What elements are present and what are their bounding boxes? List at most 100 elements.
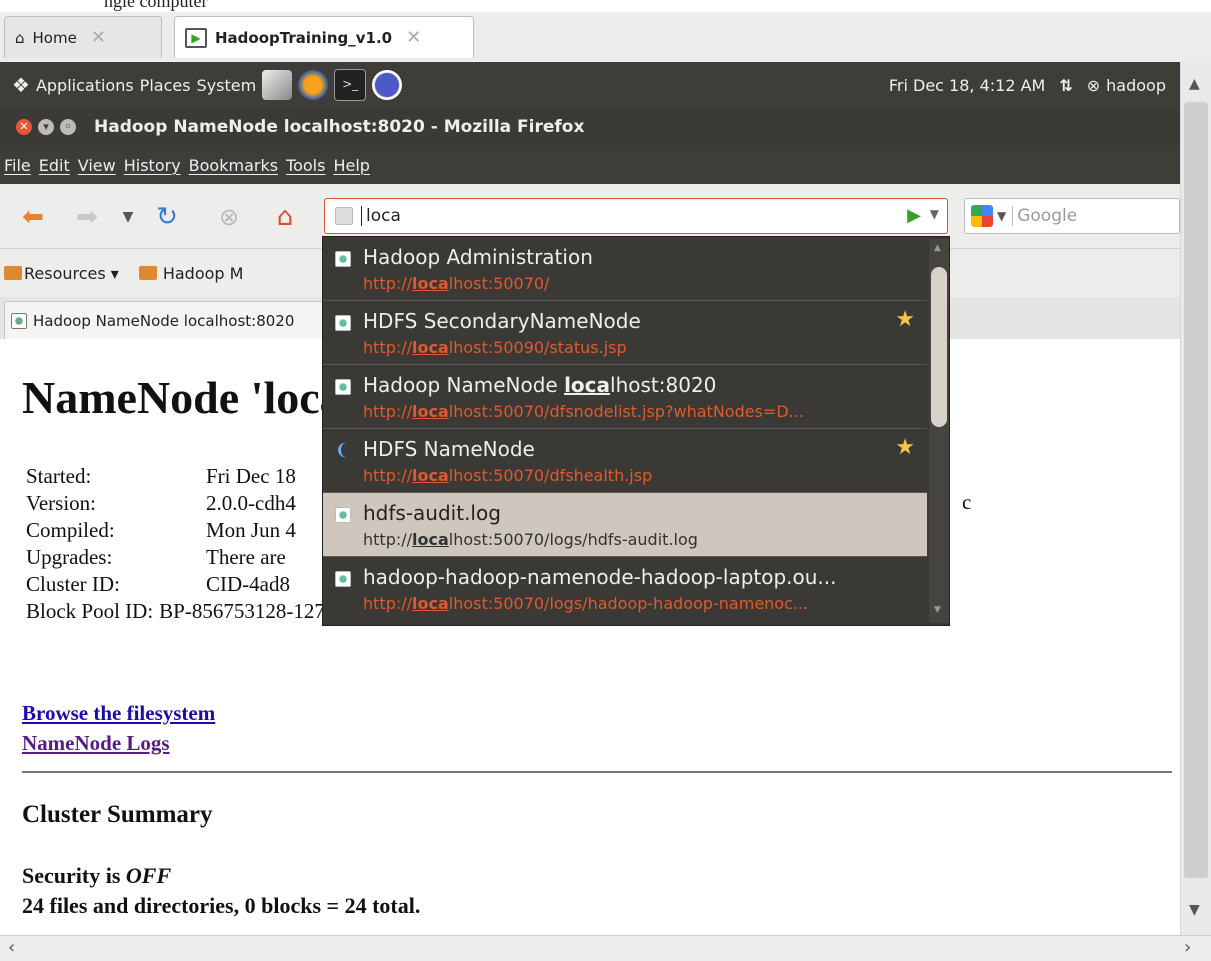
autocomplete-url: http://localhost:50070/dfsnodelist.jsp?w…: [363, 402, 804, 421]
user-icon: ⊗: [1086, 75, 1101, 95]
autocomplete-url: http://localhost:50090/status.jsp: [363, 338, 627, 357]
home-icon[interactable]: ⌂: [268, 200, 302, 234]
scroll-left-icon[interactable]: ‹: [8, 937, 15, 958]
scroll-down-icon[interactable]: ▼: [934, 605, 941, 615]
system-menu[interactable]: System: [197, 76, 257, 95]
search-engine-dropdown-icon[interactable]: ▼: [997, 209, 1006, 223]
info-key: Compiled:: [26, 518, 115, 542]
places-menu[interactable]: Places: [140, 76, 191, 95]
history-dropdown-icon[interactable]: ▼: [118, 200, 138, 234]
security-label: Security is: [22, 863, 126, 888]
url-bar[interactable]: loca ▶ ▼: [324, 198, 948, 234]
search-divider: [1012, 206, 1014, 226]
scroll-thumb[interactable]: [1184, 102, 1208, 878]
autocomplete-title: hdfs-audit.log: [363, 501, 501, 525]
back-icon[interactable]: ⬅: [16, 200, 50, 234]
host-tab-label: HadoopTraining_v1.0: [215, 28, 393, 47]
namenode-logs-link[interactable]: NameNode Logs: [22, 731, 170, 756]
page-icon: [335, 571, 351, 587]
terminal-icon[interactable]: >_: [334, 69, 367, 101]
autocomplete-item-selected[interactable]: hdfs-audit.log http://localhost:50070/lo…: [323, 493, 927, 557]
search-bar[interactable]: ▼ Google: [964, 198, 1180, 234]
minimize-icon[interactable]: ▾: [38, 119, 54, 135]
autocomplete-title: HDFS NameNode: [363, 437, 535, 461]
url-input[interactable]: loca: [366, 206, 401, 226]
autocomplete-item[interactable]: HDFS SecondaryNameNode http://localhost:…: [323, 301, 927, 365]
stop-icon[interactable]: ⊗: [212, 200, 246, 234]
star-icon: ★: [895, 435, 915, 460]
info-key: Upgrades:: [26, 545, 113, 569]
url-dropdown-icon[interactable]: ▼: [930, 207, 939, 221]
search-input[interactable]: Google: [1017, 206, 1077, 226]
scroll-up-icon[interactable]: ▲: [1189, 76, 1200, 92]
security-line: Security is OFF: [22, 863, 171, 889]
menu-edit[interactable]: Edit: [39, 156, 70, 175]
close-icon[interactable]: ✕: [91, 27, 106, 48]
firefox-icon[interactable]: [298, 70, 329, 100]
eclipse-icon[interactable]: [372, 70, 403, 100]
close-icon[interactable]: ✕: [406, 27, 421, 48]
google-icon[interactable]: [971, 205, 993, 227]
applications-menu[interactable]: Applications: [36, 76, 134, 95]
autocomplete-item[interactable]: ❨ HDFS NameNode http://localhost:50070/d…: [323, 429, 927, 493]
close-window-icon[interactable]: ✕: [16, 119, 32, 135]
scroll-right-icon[interactable]: ›: [1184, 937, 1191, 958]
bookmark-hadoop[interactable]: Hadoop M: [163, 264, 244, 283]
page-icon: [335, 507, 351, 523]
menu-bookmarks[interactable]: Bookmarks: [189, 156, 278, 175]
info-value: Mon Jun 4: [206, 518, 296, 542]
maximize-icon[interactable]: ◦: [60, 119, 76, 135]
host-tab-bar: ⌂ Home ✕ ▶ HadoopTraining_v1.0 ✕: [0, 12, 1211, 63]
info-value-fragment: c: [962, 490, 972, 514]
autocomplete-title: HDFS SecondaryNameNode: [363, 309, 641, 333]
horizontal-scrollbar[interactable]: ‹ ›: [0, 935, 1211, 961]
top-fragment-text: ngle computer: [104, 0, 208, 11]
go-icon[interactable]: ▶: [907, 205, 921, 226]
window-title: Hadoop NameNode localhost:8020 - Mozilla…: [94, 117, 585, 137]
page-icon: [335, 315, 351, 331]
applications-icon: ❖: [12, 73, 30, 97]
forward-icon[interactable]: ➡: [70, 200, 104, 234]
menu-file[interactable]: File: [4, 156, 31, 175]
menu-help[interactable]: Help: [333, 156, 369, 175]
page-icon: [335, 379, 351, 395]
user-menu[interactable]: hadoop: [1106, 76, 1166, 95]
info-value: There are: [206, 545, 286, 569]
text-caret: [361, 206, 362, 226]
browse-filesystem-link[interactable]: Browse the filesystem: [22, 701, 215, 726]
network-icon[interactable]: ⇅: [1059, 76, 1072, 95]
autocomplete-item[interactable]: Hadoop Administration http://localhost:5…: [323, 237, 927, 301]
browser-tab-namenode[interactable]: Hadoop NameNode localhost:8020: [4, 301, 344, 339]
popup-scroll-thumb[interactable]: [931, 267, 947, 427]
info-value: Fri Dec 18: [206, 464, 296, 488]
info-key: Version:: [26, 491, 96, 515]
menu-history[interactable]: History: [124, 156, 181, 175]
menu-view[interactable]: View: [78, 156, 116, 175]
bookmark-resources[interactable]: Resources ▾: [24, 264, 119, 283]
scroll-down-icon[interactable]: ▼: [1189, 902, 1200, 918]
scroll-up-icon[interactable]: ▲: [934, 243, 941, 253]
host-tab-home[interactable]: ⌂ Home ✕: [4, 16, 162, 58]
info-value: 2.0.0-cdh4: [206, 491, 296, 515]
url-autocomplete-popup: Hadoop Administration http://localhost:5…: [322, 236, 950, 626]
gnome-panel: ❖ Applications Places System >_ Fri Dec …: [0, 62, 1180, 108]
menu-tools[interactable]: Tools: [286, 156, 325, 175]
host-tab-hadooptraining[interactable]: ▶ HadoopTraining_v1.0 ✕: [174, 16, 474, 58]
menu-bar: File Edit View History Bookmarks Tools H…: [0, 146, 1180, 184]
autocomplete-url: http://localhost:50070/dfshealth.jsp: [363, 466, 653, 485]
feather-icon: ❨: [335, 440, 349, 459]
autocomplete-url: http://localhost:50070/: [363, 274, 550, 293]
popup-scrollbar[interactable]: ▲ ▼: [929, 239, 949, 623]
home-icon: ⌂: [15, 28, 25, 47]
files-summary: 24 files and directories, 0 blocks = 24 …: [22, 893, 421, 918]
divider: [22, 771, 1172, 773]
autocomplete-item[interactable]: hadoop-hadoop-namenode-hadoop-laptop.ou.…: [323, 557, 927, 621]
autocomplete-item[interactable]: Hadoop NameNode localhost:8020 http://lo…: [323, 365, 927, 429]
window-titlebar: ✕ ▾ ◦ Hadoop NameNode localhost:8020 - M…: [0, 108, 1180, 146]
reload-icon[interactable]: ↻: [150, 200, 184, 234]
clock[interactable]: Fri Dec 18, 4:12 AM: [889, 76, 1046, 95]
vertical-scrollbar[interactable]: ▲ ▼: [1180, 62, 1211, 935]
text-editor-icon[interactable]: [262, 70, 293, 100]
info-value: CID-4ad8: [206, 572, 290, 596]
folder-icon: [138, 266, 157, 280]
